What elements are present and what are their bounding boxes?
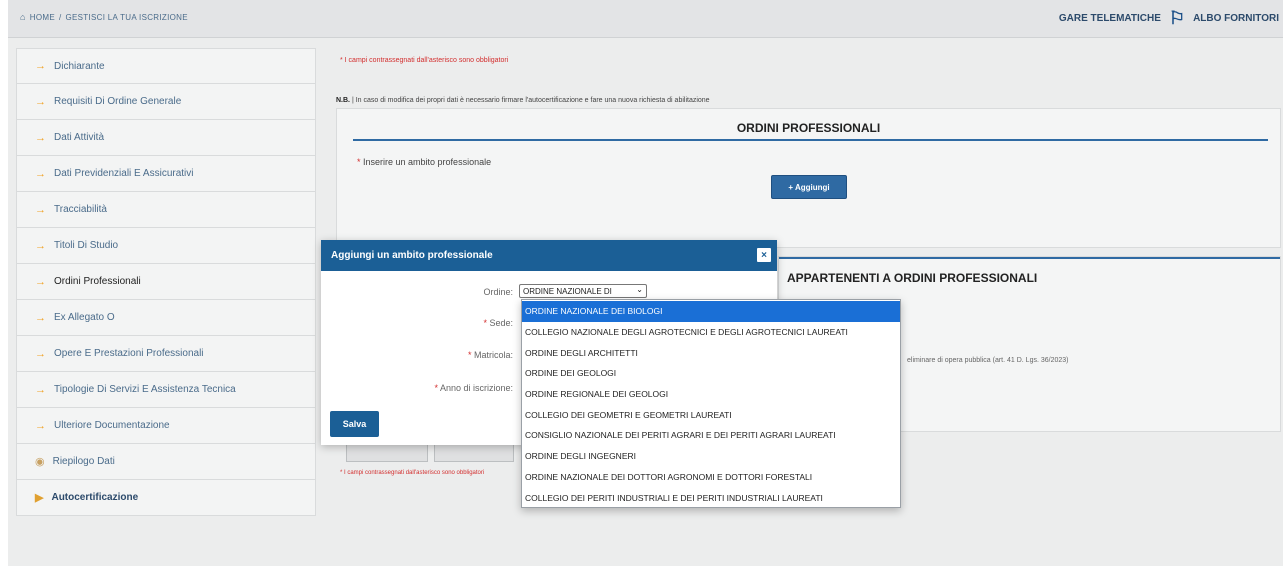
- arrow-right-icon: →: [35, 275, 46, 288]
- sidebar-item-label: Titoli Di Studio: [54, 240, 119, 251]
- dropdown-option[interactable]: COLLEGIO NAZIONALE DEGLI AGROTECNICI E D…: [522, 322, 900, 343]
- matricola-label-text: Matricola:: [473, 350, 513, 360]
- sidebar-item-dati-previdenziali[interactable]: → Dati Previdenziali E Assicurativi: [16, 156, 316, 192]
- modal-header: Aggiungi un ambito professionale ×: [321, 240, 777, 271]
- dropdown-option[interactable]: COLLEGIO DEI GEOMETRI E GEOMETRI LAUREAT…: [522, 404, 900, 425]
- sidebar-item-tracciabilita[interactable]: → Tracciabilità: [16, 192, 316, 228]
- sidebar: → Dichiarante → Requisiti Di Ordine Genera…: [16, 48, 316, 516]
- matricola-label: * Matricola:: [467, 350, 513, 360]
- home-icon[interactable]: ⌂: [20, 12, 26, 22]
- sidebar-item-label: Requisiti Di Ordine Generale: [54, 96, 182, 107]
- anno-label: * Anno di iscrizione:: [434, 383, 513, 393]
- panel-title: ORDINI PROFESSIONALI: [736, 121, 881, 135]
- sidebar-item-label: Ordini Professionali: [54, 276, 141, 287]
- gare-telematiche-link[interactable]: GARE TELEMATICHE: [1059, 13, 1161, 24]
- arrow-right-icon: →: [35, 167, 46, 180]
- arrow-right-icon: →: [35, 311, 46, 324]
- panel-divider: [353, 139, 1268, 141]
- sidebar-item-titoli-studio[interactable]: → Titoli Di Studio: [16, 228, 316, 264]
- sidebar-item-dati-attivita[interactable]: → Dati Attività: [16, 120, 316, 156]
- breadcrumb-home[interactable]: HOME: [30, 13, 55, 22]
- sede-label-text: Sede:: [489, 318, 513, 328]
- modal-title: Aggiungi un ambito professionale: [331, 250, 493, 261]
- add-button[interactable]: + Aggiungi: [771, 175, 847, 199]
- arrow-right-icon: →: [35, 60, 46, 72]
- certificate-icon: ▶: [35, 492, 44, 504]
- sidebar-item-tipologie-servizi[interactable]: → Tipologie Di Servizi E Assistenza Tecni…: [16, 372, 316, 408]
- arrow-right-icon: →: [35, 239, 46, 252]
- sidebar-item-label: Tracciabilità: [54, 204, 107, 215]
- sidebar-item-label: Ex Allegato O: [54, 312, 115, 323]
- close-icon[interactable]: ×: [757, 248, 771, 262]
- sidebar-item-autocertificazione[interactable]: ▶ Autocertificazione: [16, 480, 316, 516]
- ordine-dropdown-list: ORDINE NAZIONALE DEI BIOLOGI COLLEGIO NA…: [521, 299, 901, 508]
- breadcrumb-separator: /: [58, 12, 62, 22]
- sidebar-item-label: Opere E Prestazioni Professionali: [54, 348, 204, 359]
- sidebar-item-ex-allegato-o[interactable]: → Ex Allegato O: [16, 300, 316, 336]
- nb-text: In caso di modifica dei propri dati è ne…: [355, 97, 710, 104]
- arrow-right-icon: →: [35, 203, 46, 216]
- required-fields-note: * I campi contrassegnati dall'asterisco …: [340, 57, 509, 64]
- bottom-required-note: * I campi contrassegnati dall'asterisco …: [340, 470, 485, 476]
- breadcrumb-current: GESTISCI LA TUA ISCRIZIONE: [65, 12, 188, 22]
- save-button[interactable]: Salva: [330, 411, 379, 437]
- chevron-down-icon: ⌄: [636, 285, 643, 294]
- albo-fornitori-link[interactable]: ALBO FORNITORI: [1193, 13, 1279, 24]
- top-bar: ⌂ HOME / GESTISCI LA TUA ISCRIZIONE GARE…: [8, 0, 1283, 38]
- arrow-right-icon: →: [35, 131, 46, 144]
- panel2-divider: [779, 257, 1280, 259]
- sidebar-item-ulteriore-documentazione[interactable]: → Ulteriore Documentazione: [16, 408, 316, 444]
- sidebar-item-label: Tipologie Di Servizi E Assistenza Tecnic…: [54, 384, 236, 395]
- ordini-professionali-panel: ORDINI PROFESSIONALI * Inserire un ambit…: [336, 108, 1281, 248]
- ordine-label: Ordine:: [483, 287, 513, 297]
- dropdown-option[interactable]: ORDINE NAZIONALE DEI DOTTORI AGRONOMI E …: [522, 467, 900, 488]
- sede-label: * Sede:: [483, 318, 513, 328]
- anno-label-text: Anno di iscrizione:: [439, 383, 513, 393]
- sidebar-item-label: Dati Attività: [54, 132, 105, 143]
- sidebar-item-requisiti[interactable]: → Requisiti Di Ordine Generale: [16, 84, 316, 120]
- dropdown-option[interactable]: CONSIGLIO NAZIONALE DEI PERITI AGRARI E …: [522, 425, 900, 446]
- dropdown-option[interactable]: ORDINE DEGLI INGEGNERI: [522, 446, 900, 467]
- dropdown-option[interactable]: COLLEGIO DEI PERITI INDUSTRIALI E DEI PE…: [522, 487, 900, 508]
- panel-label-text: Inserire un ambito professionale: [363, 157, 492, 167]
- panel2-text: eliminare di opera pubblica (art. 41 D. …: [907, 357, 1069, 364]
- ordine-select[interactable]: ORDINE NAZIONALE DI ⌄: [519, 284, 647, 298]
- panel-label: * Inserire un ambito professionale: [357, 157, 492, 167]
- dropdown-option[interactable]: ORDINE NAZIONALE DEI BIOLOGI: [522, 301, 900, 322]
- sidebar-item-dichiarante[interactable]: → Dichiarante: [16, 48, 316, 84]
- nb-note: N.B. | In caso di modifica dei propri da…: [336, 97, 710, 104]
- sidebar-item-ordini-professionali[interactable]: → Ordini Professionali: [16, 264, 316, 300]
- top-links: GARE TELEMATICHE ⚐ ALBO FORNITORI: [1059, 8, 1279, 29]
- sidebar-item-label: Autocertificazione: [51, 492, 139, 503]
- sidebar-item-opere-prestazioni[interactable]: → Opere E Prestazioni Professionali: [16, 336, 316, 372]
- sidebar-item-label: Riepilogo Dati: [52, 456, 115, 467]
- ordine-select-value: ORDINE NAZIONALE DI: [523, 286, 612, 296]
- dropdown-option[interactable]: ORDINE DEGLI ARCHITETTI: [522, 342, 900, 363]
- nb-prefix: N.B.: [336, 97, 350, 104]
- arrow-right-icon: →: [35, 383, 46, 396]
- arrow-right-icon: →: [35, 419, 46, 432]
- arrow-right-icon: →: [35, 347, 46, 360]
- dropdown-option[interactable]: ORDINE REGIONALE DEI GEOLOGI: [522, 384, 900, 405]
- eye-icon: ◉: [35, 456, 45, 468]
- breadcrumb: ⌂ HOME / GESTISCI LA TUA ISCRIZIONE: [20, 12, 188, 22]
- sidebar-item-label: Dati Previdenziali E Assicurativi: [54, 168, 194, 179]
- panel2-title: APPARTENENTI A ORDINI PROFESSIONALI: [787, 271, 1038, 285]
- arrow-right-icon: →: [35, 95, 46, 108]
- sidebar-item-riepilogo-dati[interactable]: ◉ Riepilogo Dati: [16, 444, 316, 480]
- sidebar-item-label: Ulteriore Documentazione: [54, 420, 170, 431]
- dropdown-option[interactable]: ORDINE DEI GEOLOGI: [522, 363, 900, 384]
- sidebar-item-label: Dichiarante: [54, 60, 105, 72]
- person-figure-icon: ⚐: [1168, 8, 1186, 28]
